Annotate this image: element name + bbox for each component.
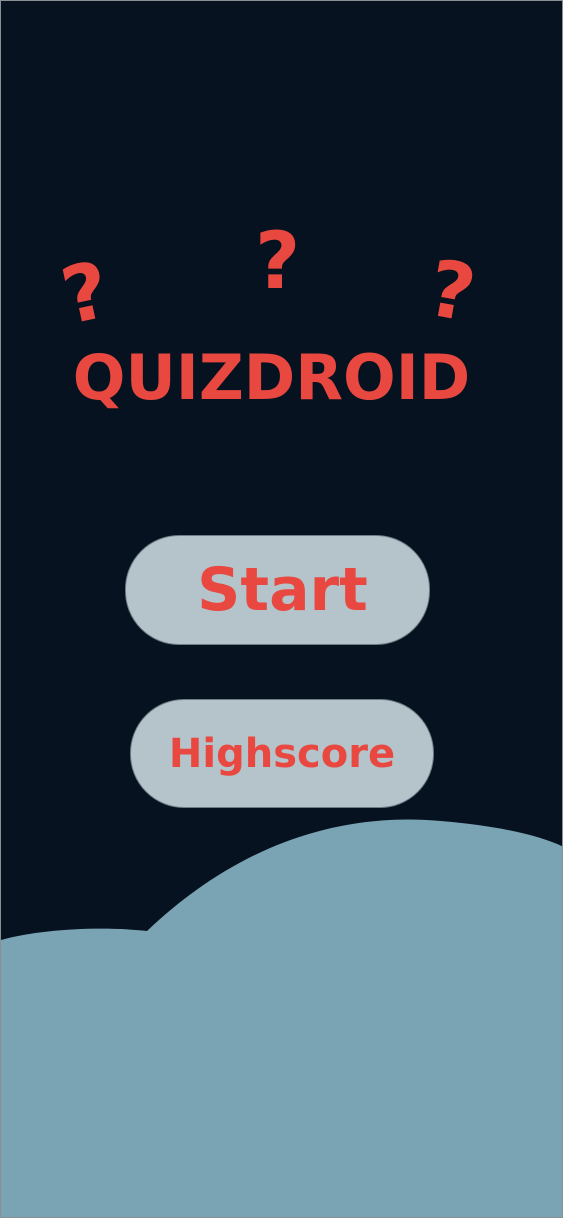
wave-decoration (1, 819, 562, 1217)
question-mark-icon: ? (421, 243, 482, 341)
app-title: QUIZDROID (72, 341, 471, 414)
highscore-button[interactable]: Highscore (130, 699, 434, 808)
wave-shape (1, 819, 562, 1217)
home-screen: ? ? ? QUIZDROID Start Highscore (0, 0, 563, 1218)
question-mark-icon: ? (255, 217, 301, 307)
question-mark-icon: ? (54, 245, 118, 343)
start-button[interactable]: Start (125, 535, 430, 645)
